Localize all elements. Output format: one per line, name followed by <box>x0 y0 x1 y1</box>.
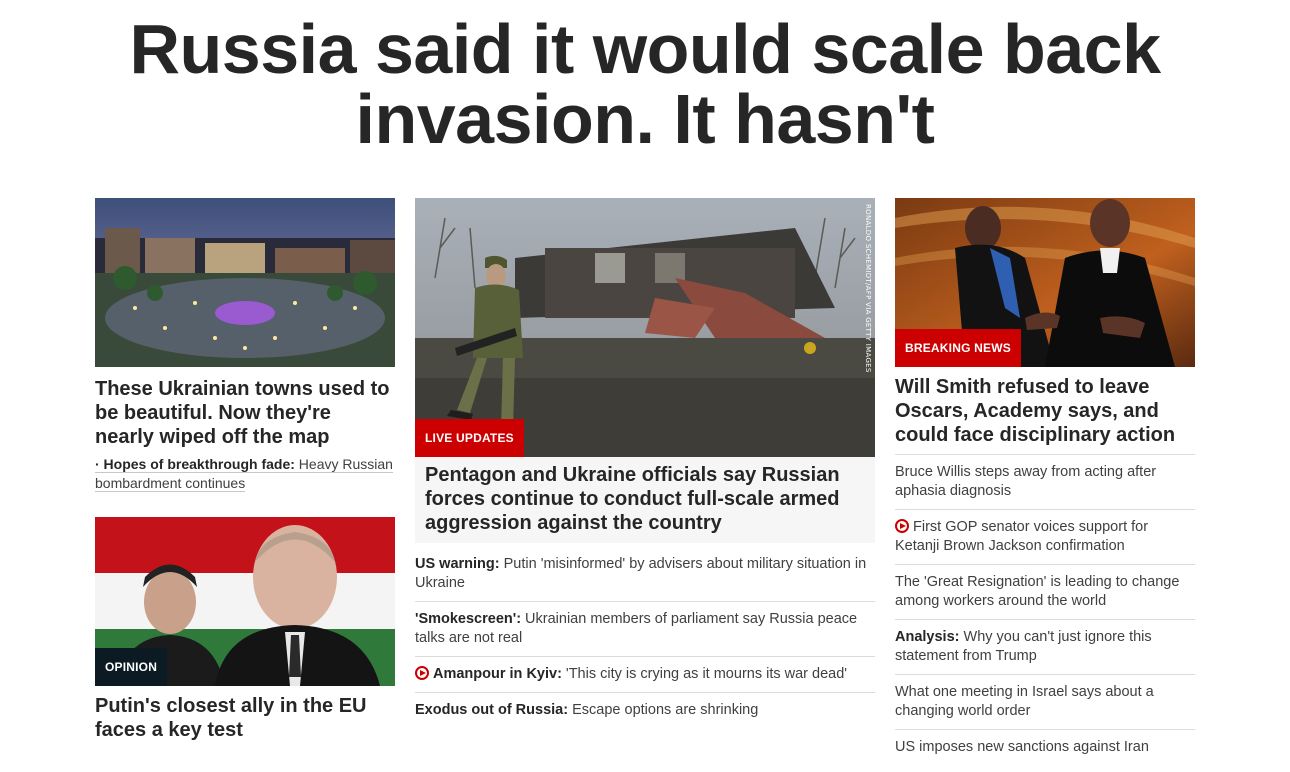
photo-credit: RONALDO SCHEMIDT/AFP VIA GETTY IMAGES <box>864 204 872 373</box>
right-column: BREAKING NEWS Will Smith refused to leav… <box>895 198 1195 765</box>
play-video-icon <box>895 519 909 533</box>
middle-related-item-text: Escape options are shrinking <box>568 702 759 718</box>
feature-title-box: Pentagon and Ukraine officials say Russi… <box>415 457 875 543</box>
opinion-tag: OPINION <box>95 648 168 686</box>
right-related-item-text: US imposes new sanctions against Iran <box>895 739 1149 755</box>
play-video-icon <box>415 666 429 680</box>
middle-related-item[interactable]: 'Smokescreen': Ukrainian members of parl… <box>415 602 875 657</box>
feature-story-title[interactable]: Pentagon and Ukraine officials say Russi… <box>425 463 865 535</box>
middle-column: RONALDO SCHEMIDT/AFP VIA GETTY IMAGES LI… <box>415 198 875 728</box>
live-updates-tag: LIVE UPDATES <box>415 419 524 457</box>
right-related-item[interactable]: US imposes new sanctions against Iran <box>895 730 1195 765</box>
right-related-list: Bruce Willis steps away from acting afte… <box>895 455 1195 765</box>
story-putin-ally-title[interactable]: Putin's closest ally in the EU faces a k… <box>95 694 395 742</box>
right-related-item-text: Bruce Willis steps away from acting afte… <box>895 464 1157 499</box>
middle-related-item-text: 'This city is crying as it mourns its wa… <box>561 666 848 682</box>
story-ukrainian-towns-sublink[interactable]: · Hopes of breakthrough fade: Heavy Russ… <box>95 455 395 493</box>
town-night-image[interactable] <box>95 198 395 367</box>
soldier-ruins-image[interactable]: RONALDO SCHEMIDT/AFP VIA GETTY IMAGES LI… <box>415 198 875 457</box>
middle-related-item-label: Exodus out of Russia: <box>415 702 569 718</box>
middle-related-list: US warning: Putin 'misinformed' by advis… <box>415 547 875 728</box>
middle-related-item[interactable]: US warning: Putin 'misinformed' by advis… <box>415 547 875 602</box>
middle-related-item-label: US warning: <box>415 556 500 572</box>
right-related-item-text: The 'Great Resignation' is leading to ch… <box>895 574 1180 609</box>
middle-related-item-label: 'Smokescreen': <box>415 611 522 627</box>
middle-related-item-label: Amanpour in Kyiv: <box>433 666 562 682</box>
right-related-item[interactable]: Bruce Willis steps away from acting afte… <box>895 455 1195 510</box>
left-column: These Ukrainian towns used to be beautif… <box>95 198 395 742</box>
middle-related-item[interactable]: Amanpour in Kyiv: 'This city is crying a… <box>415 657 875 693</box>
breaking-news-tag: BREAKING NEWS <box>895 329 1021 367</box>
right-related-item-text: What one meeting in Israel says about a … <box>895 684 1154 719</box>
sublink-bold: · Hopes of breakthrough fade: <box>95 456 295 472</box>
oscars-slap-image[interactable]: BREAKING NEWS <box>895 198 1195 367</box>
right-related-item[interactable]: First GOP senator voices support for Ket… <box>895 510 1195 565</box>
middle-related-item[interactable]: Exodus out of Russia: Escape options are… <box>415 693 875 728</box>
right-related-item-label: Analysis: <box>895 629 960 645</box>
putin-orban-image[interactable]: OPINION <box>95 517 395 686</box>
will-smith-story-title[interactable]: Will Smith refused to leave Oscars, Acad… <box>895 375 1195 447</box>
right-related-item[interactable]: What one meeting in Israel says about a … <box>895 675 1195 730</box>
right-related-item[interactable]: Analysis: Why you can't just ignore this… <box>895 620 1195 675</box>
main-headline[interactable]: Russia said it would scale back invasion… <box>0 14 1290 154</box>
right-related-item[interactable]: The 'Great Resignation' is leading to ch… <box>895 565 1195 620</box>
story-ukrainian-towns-title[interactable]: These Ukrainian towns used to be beautif… <box>95 377 395 449</box>
right-related-item-text: First GOP senator voices support for Ket… <box>895 519 1149 554</box>
